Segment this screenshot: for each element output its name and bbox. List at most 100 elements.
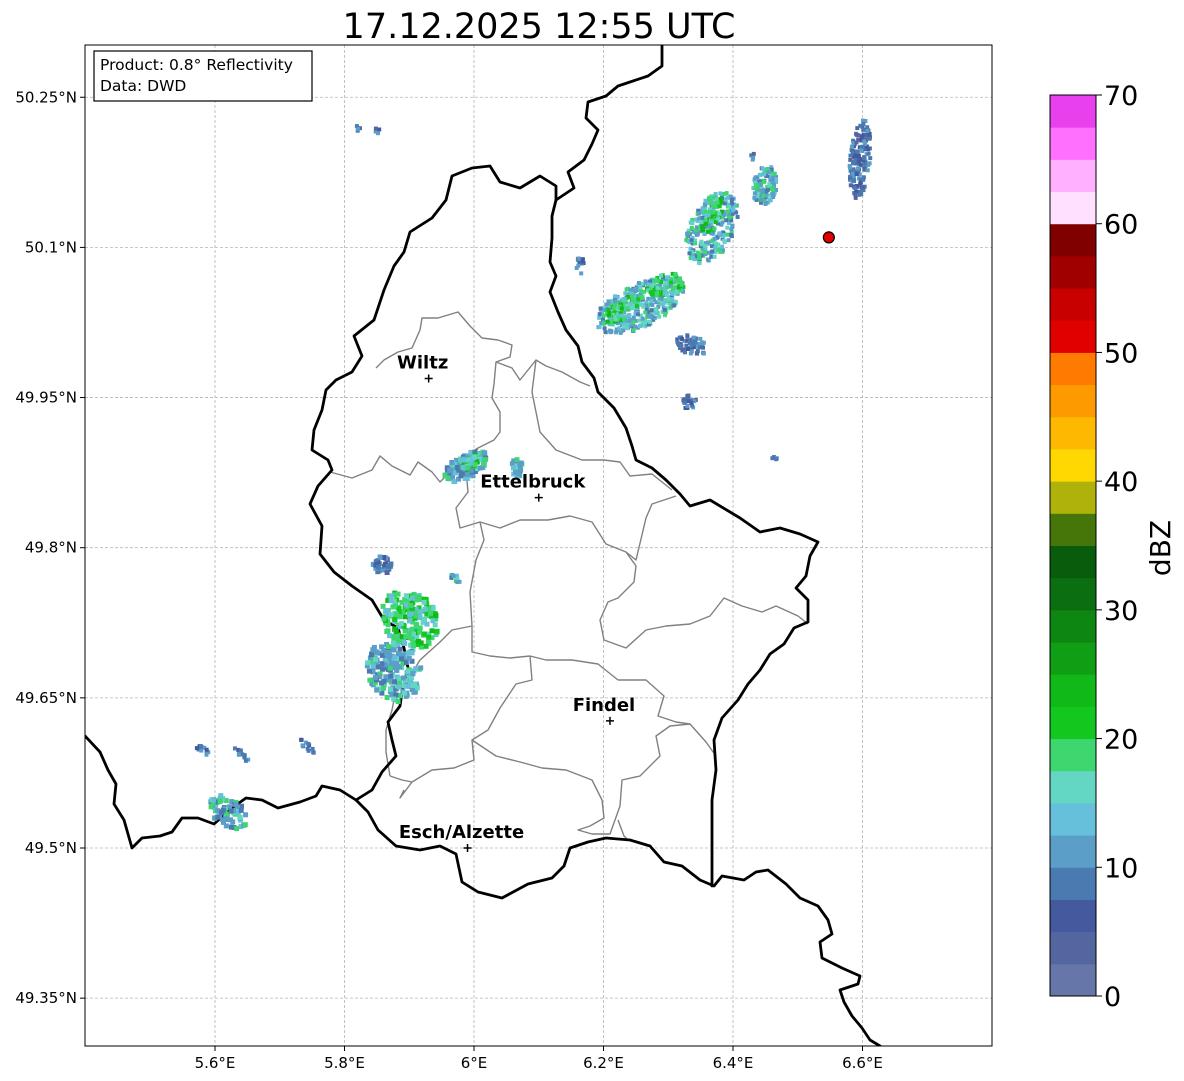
colorbar-cell — [1050, 931, 1096, 965]
echo-pixel — [866, 147, 871, 152]
colorbar-cell — [1050, 448, 1096, 482]
echo-pixel — [687, 251, 692, 256]
echo-pixel — [414, 685, 420, 691]
echo-pixel — [392, 679, 398, 685]
echo-pixel — [715, 200, 720, 205]
echo-pixel — [375, 564, 381, 570]
echo-pixel — [708, 201, 713, 206]
echo-pixel — [400, 675, 406, 681]
echo-pixel — [689, 238, 694, 243]
echo-pixel — [380, 603, 386, 609]
echo-pixel — [697, 261, 702, 266]
echo-pixel — [396, 684, 402, 690]
echo-pixel — [218, 793, 224, 799]
echo-pixel — [851, 178, 856, 183]
colorbar: 0 10 20 30 40 50 60 70 dBZ — [1049, 81, 1177, 1013]
echo-pixel — [426, 634, 432, 640]
lon-tick-label: 6.2°E — [583, 1054, 624, 1072]
radar-site-marker — [822, 231, 835, 244]
echo-pixel — [422, 616, 427, 622]
echo-pixel — [580, 257, 585, 262]
echo-pixel — [851, 167, 856, 172]
echo-pixel — [649, 298, 654, 303]
echo-pixel — [242, 822, 248, 828]
echo-pixel — [703, 209, 708, 214]
echo-pixel — [373, 675, 378, 680]
echo-pixel — [576, 256, 581, 261]
echo-pixel — [306, 741, 311, 746]
echo-pixel — [384, 570, 390, 575]
echo-pixel — [238, 748, 243, 753]
echo-pixel — [624, 287, 629, 292]
echo-pixel — [424, 621, 430, 627]
echo-pixel — [662, 307, 667, 312]
echo-pixel — [612, 306, 616, 311]
echo-pixel — [411, 689, 417, 695]
echo-pixel — [388, 673, 394, 679]
echo-pixel — [647, 319, 652, 324]
echo-pixel — [752, 191, 757, 196]
echo-pixel — [678, 276, 682, 281]
echo-pixel — [579, 271, 584, 276]
echo-pixel — [724, 218, 729, 223]
colorbar-cell — [1050, 738, 1096, 772]
echo-pixel — [605, 319, 610, 324]
echo-pixel — [356, 127, 360, 132]
echo-pixel — [388, 598, 394, 604]
echo-pixel — [411, 643, 417, 648]
echo-pixel — [481, 461, 487, 467]
colorbar-cell — [1050, 770, 1096, 804]
echo-pixel — [194, 746, 199, 751]
echo-pixel — [396, 651, 401, 657]
echo-pixel — [665, 285, 670, 290]
echo-pixel — [429, 628, 435, 634]
echo-pixel — [720, 244, 725, 249]
echo-pixel — [622, 324, 626, 329]
echo-pixel — [423, 643, 429, 649]
echo-pixel — [689, 226, 694, 230]
echo-pixel — [465, 465, 471, 471]
city-label: Findel — [573, 695, 636, 716]
echo-pixel — [649, 308, 654, 313]
echo-pixel — [385, 644, 391, 650]
echo-pixel — [393, 629, 399, 635]
echo-pixel — [760, 166, 765, 171]
echo-pixel — [666, 275, 671, 280]
echo-pixel — [602, 326, 607, 331]
echo-pixel — [406, 655, 412, 661]
echo-pixel — [199, 748, 204, 753]
echo-pixel — [376, 131, 380, 136]
echo-pixel — [219, 810, 225, 816]
echo-pixel — [381, 685, 387, 691]
echo-pixel — [458, 473, 464, 479]
echo-pixel — [685, 334, 690, 339]
echo-pixel — [518, 460, 524, 466]
echo-pixel — [850, 150, 855, 155]
echo-pixel — [629, 294, 634, 299]
echo-pixel — [511, 465, 516, 471]
echo-pixel — [697, 256, 702, 261]
echo-pixel — [690, 221, 695, 226]
colorbar-cell — [1050, 320, 1096, 353]
echo-pixel — [633, 289, 638, 293]
echo-pixel — [725, 225, 730, 230]
echo-pixel — [618, 330, 623, 335]
lat-tick-label: 49.65°N — [15, 689, 77, 707]
echo-pixel — [726, 238, 731, 243]
echo-pixel — [719, 198, 724, 203]
echo-pixel — [865, 168, 870, 173]
echo-pixel — [706, 229, 711, 234]
longitude-ticks: 5.6°E 5.8°E 6°E 6.2°E 6.4°E 6.6°E — [195, 1046, 883, 1072]
echo-pixel — [755, 183, 760, 188]
echo-pixel — [680, 337, 685, 342]
echo-pixel — [629, 305, 634, 310]
echo-pixel — [405, 668, 411, 674]
echo-pixel — [848, 165, 852, 170]
echo-pixel — [395, 699, 401, 704]
echo-pixel — [663, 280, 668, 285]
echo-pixel — [406, 650, 412, 656]
echo-pixel — [237, 815, 243, 820]
echo-pixel — [718, 249, 723, 254]
echo-pixel — [461, 457, 467, 463]
echo-pixel — [421, 599, 427, 605]
